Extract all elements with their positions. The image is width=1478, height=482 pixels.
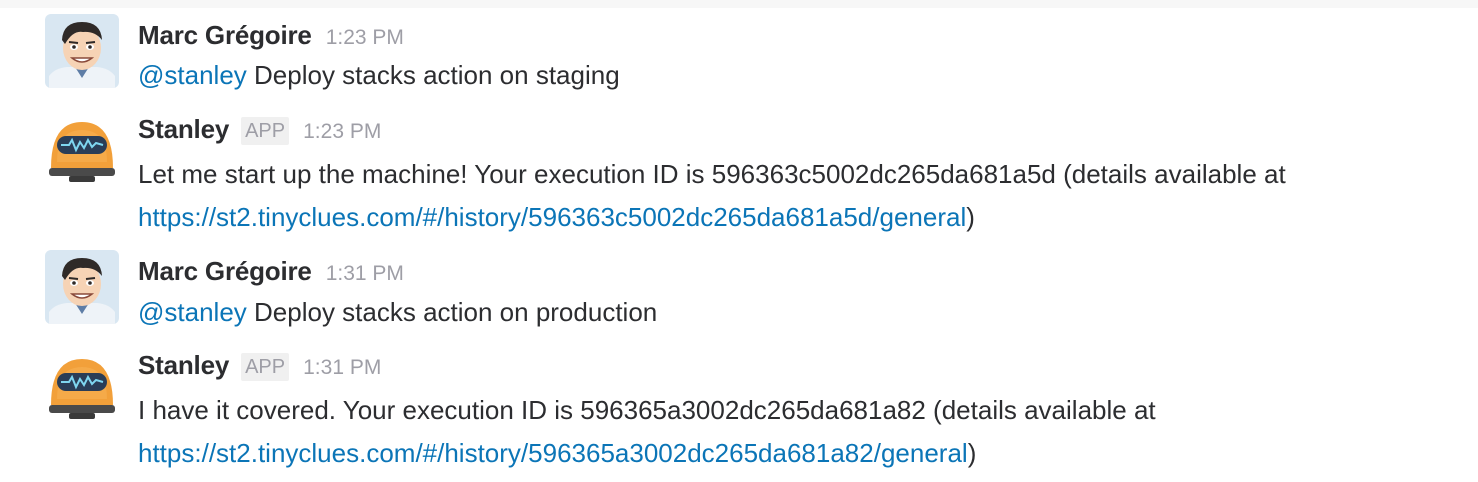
message-body: Deploy stacks action on staging xyxy=(246,60,620,90)
message-body: Let me start up the machine! Your execut… xyxy=(138,159,1286,189)
message-text: @stanley Deploy stacks action on product… xyxy=(138,295,657,329)
timestamp[interactable]: 1:23 PM xyxy=(326,26,404,50)
history-link[interactable]: https://st2.tinyclues.com/#/history/5963… xyxy=(138,438,968,468)
history-link[interactable]: https://st2.tinyclues.com/#/history/5963… xyxy=(138,202,966,232)
author-name[interactable]: Stanley xyxy=(138,114,229,145)
timestamp[interactable]: 1:23 PM xyxy=(303,120,381,144)
app-badge: APP xyxy=(241,117,290,145)
user-avatar-icon[interactable] xyxy=(45,250,119,324)
closing-paren: ) xyxy=(966,202,975,232)
message-header: Marc Grégoire 1:23 PM xyxy=(138,20,404,56)
bot-avatar-icon[interactable] xyxy=(45,112,119,186)
bot-avatar-icon[interactable] xyxy=(45,349,119,423)
user-mention[interactable]: @stanley xyxy=(138,60,247,90)
author-name[interactable]: Stanley xyxy=(138,350,229,381)
timestamp[interactable]: 1:31 PM xyxy=(326,262,404,286)
message-body: Deploy stacks action on production xyxy=(246,297,658,327)
message-text-line-2: https://st2.tinyclues.com/#/history/5963… xyxy=(138,200,975,234)
top-divider xyxy=(0,0,1478,8)
timestamp[interactable]: 1:31 PM xyxy=(303,356,381,380)
message-header: Stanley APP 1:23 PM xyxy=(138,114,381,150)
author-name[interactable]: Marc Grégoire xyxy=(138,256,312,287)
closing-paren: ) xyxy=(967,438,977,468)
author-name[interactable]: Marc Grégoire xyxy=(138,20,312,51)
message-text-line-2: https://st2.tinyclues.com/#/history/5963… xyxy=(138,436,976,470)
user-avatar-icon[interactable] xyxy=(45,14,119,88)
message-header: Marc Grégoire 1:31 PM xyxy=(138,256,404,292)
message-body: I have it covered. Your execution ID is … xyxy=(138,395,1156,425)
message-text: @stanley Deploy stacks action on staging xyxy=(138,58,620,92)
app-badge: APP xyxy=(241,353,290,381)
message-header: Stanley APP 1:31 PM xyxy=(138,350,381,386)
user-mention[interactable]: @stanley xyxy=(138,297,247,327)
